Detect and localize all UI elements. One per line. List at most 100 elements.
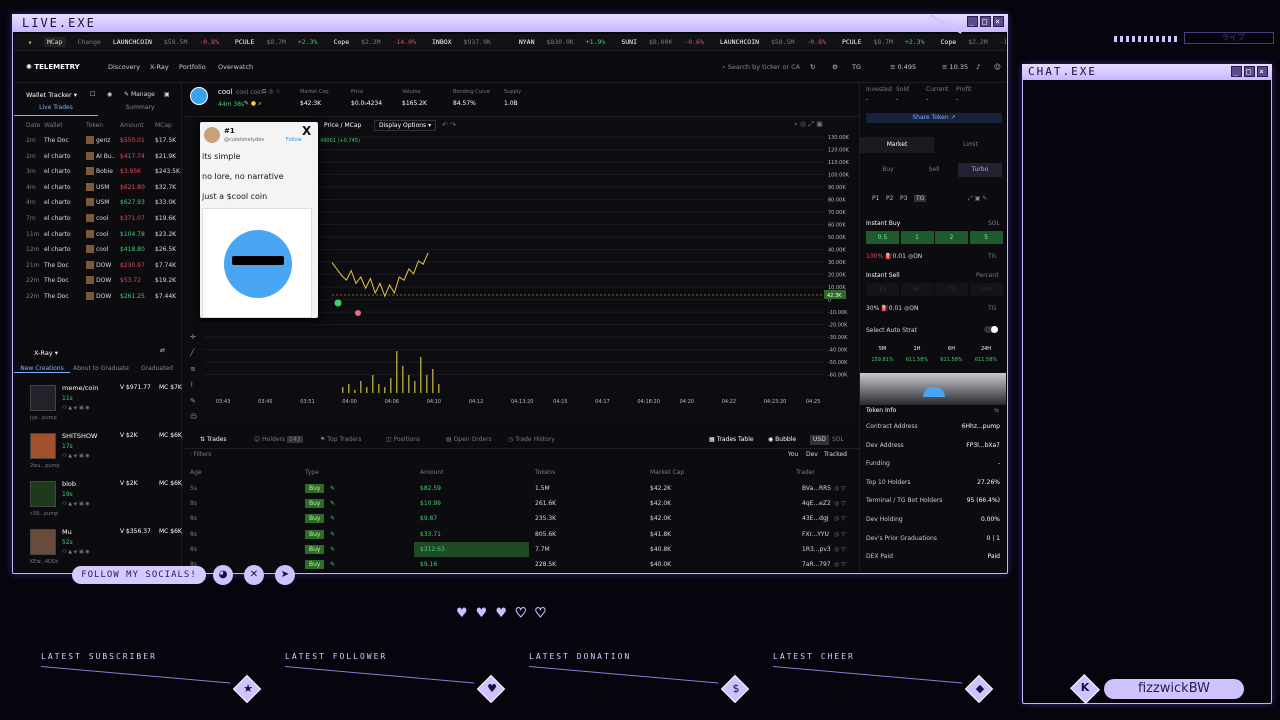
ticker-item[interactable]: LAUNCHCOIN $58.5M -0.8% [113, 38, 227, 46]
instant-buy-amount[interactable]: 5 [969, 231, 1003, 244]
side-buy[interactable]: Buy [866, 163, 910, 177]
tab-graduated[interactable]: Graduated [132, 365, 182, 372]
tab-market[interactable]: Market [860, 137, 934, 153]
wallet-row[interactable]: 21m The Doc DOW $230.97 $7.74K [14, 258, 182, 273]
bell-icon[interactable]: ♪ [976, 51, 980, 83]
timeframe-label[interactable]: 5M [866, 346, 899, 352]
panel-icon[interactable]: ▣ [164, 91, 170, 98]
instant-sell-amount[interactable]: 50 [900, 283, 934, 296]
wallet-row[interactable]: 3m el charto Bobie $3.95K $243.5K [14, 164, 182, 179]
token-info-value[interactable]: 6Hhz...pump [962, 423, 1000, 430]
instant-sell-amount[interactable]: 75 [935, 283, 968, 296]
tab-trade-history[interactable]: ◷ Trade History [508, 431, 555, 449]
ticker-item[interactable]: SUNI $8.00K -0.6% [621, 38, 712, 46]
usd-toggle[interactable]: USD [810, 435, 829, 445]
sol-toggle[interactable]: SOL [832, 431, 844, 449]
side-sell[interactable]: Sell [912, 163, 956, 177]
preset-tab[interactable]: P1 [872, 195, 879, 202]
instant-sell-amount[interactable]: 25 [866, 283, 899, 296]
share-token-button[interactable]: Share Token ↗ [866, 113, 1002, 123]
chart-tool-icon[interactable]: ⌇ [190, 381, 193, 389]
tab-open-orders[interactable]: ▤ Open Orders [446, 431, 492, 449]
token-info-settings-icon[interactable]: ⇆ [994, 407, 999, 414]
trade-row[interactable]: 8s Buy ✎ $33.71 805.6K $41.8K FXr...YYU ◎ ▽ [184, 527, 859, 542]
token-avatar[interactable] [190, 87, 208, 105]
ticker-item[interactable]: PCULE $8.7M +2.3% [842, 38, 933, 46]
tab-live-trades[interactable]: Live Trades [14, 104, 98, 116]
preset-tab[interactable]: P3 [900, 195, 907, 202]
brand-logo[interactable]: ✺ TELEMETRY [26, 51, 80, 83]
wallet-row[interactable]: 2m el charto AI Bu.. $417.74 $21.9K [14, 149, 182, 164]
tab-limit[interactable]: Limit [934, 137, 1006, 153]
tab-positions[interactable]: ◫ Positions [386, 431, 420, 449]
tab-trades[interactable]: ⇅ Trades [200, 431, 227, 449]
wallet-row[interactable]: 22m The Doc DOW $261.25 $7.44K [14, 289, 182, 304]
wallet-balance[interactable]: ≡ 0.495 [890, 51, 916, 83]
wallet-row[interactable]: 22m The Doc DOW $53.72 $19.2K [14, 273, 182, 288]
instant-buy-amount[interactable]: 0.5 [866, 231, 899, 244]
token-info-value[interactable]: FP3l...bXa7 [966, 442, 1000, 449]
tab-trades-table[interactable]: ▦ Trades Table [709, 431, 754, 449]
nav-discovery[interactable]: Discovery [108, 51, 140, 83]
copy-icon[interactable]: ⧉ ◎ ☆ [262, 88, 281, 96]
ticker-item[interactable]: INBOX $937.9K [432, 38, 511, 46]
settings-icon[interactable]: ⚙ [832, 51, 838, 83]
manage-button[interactable]: ✎ Manage [124, 91, 155, 98]
ticker-item[interactable]: Cope $2.2M -14.0% [333, 38, 424, 46]
tab-new-creations[interactable]: New Creations [14, 365, 70, 373]
chart-tool-icon[interactable]: ≡ [190, 365, 196, 373]
refresh-icon[interactable]: ↻ [810, 51, 815, 83]
chart-tool-icon[interactable]: ☺ [190, 413, 197, 419]
trade-row[interactable]: 5s Buy ✎ $82.59 1.5M $42.2K BVa...RR5 ◎ ▽ [184, 481, 859, 496]
side-turbo[interactable]: Turbo [958, 163, 1002, 177]
tab-about-to-graduate[interactable]: About to Graduate [70, 365, 132, 372]
wallet-row[interactable]: 2m The Doc genz $550.01 $17.5K [14, 133, 182, 148]
nav-overwatch[interactable]: Overwatch [218, 51, 253, 83]
tweet-popup[interactable]: #1 @cutelonelydev Follow X its simple no… [200, 122, 318, 318]
tweet-close-button[interactable]: X [302, 124, 311, 138]
instant-buy-amount[interactable]: 2 [935, 231, 968, 244]
tab-bubble[interactable]: ◉ Bubble [768, 431, 796, 449]
preset-tab[interactable]: TG [914, 195, 927, 202]
timeframe-label[interactable]: 6H [935, 346, 968, 352]
xray-card[interactable]: blob 19s V $2K MC $6K ⚇ ▲ ◈ ▣ ◉ c39...pump [14, 477, 182, 523]
timeframe-label[interactable]: 24H [970, 346, 1003, 352]
ticker-item[interactable]: NYAN $830.9K +1.9% [519, 38, 613, 46]
sell-settings[interactable]: 30% ⛽0.01 ◎ON [866, 305, 918, 312]
wallet-row[interactable]: 7m el charto cool $371.07 $19.6K [14, 211, 182, 226]
star-icon[interactable]: ★ [28, 38, 32, 46]
timeframe-label[interactable]: 1H [901, 346, 934, 352]
trade-row[interactable]: 8s Buy ✎ $312.63 7.7M $40.8K 1R3...pv3 ◎ ▽ [184, 541, 859, 557]
trade-row[interactable]: 8s Buy ✎ $10.99 261.6K $42.0K 4qE...eZ2 ◎ ▽ [184, 496, 859, 511]
xray-card[interactable]: Mu 52s V $356.37 MC $6K ⚇ ▲ ◈ ▣ ◉ KEw...4DDc [14, 525, 182, 571]
xray-title[interactable]: X-Ray ▾ [34, 349, 58, 357]
auto-strat-toggle[interactable] [984, 326, 998, 333]
nav-xray[interactable]: X-Ray [150, 51, 169, 83]
eye-icon[interactable]: ◉ [107, 91, 112, 98]
trade-row[interactable]: 8s Buy ✎ $9.87 235.3K $42.0K 43E...dgJ ◎ ▽ [184, 511, 859, 526]
tab-summary[interactable]: Summary [98, 104, 182, 116]
chart-tool-icon[interactable]: ╱ [189, 348, 195, 357]
wallet-row[interactable]: 4m el charto USM $627.93 $33.0K [14, 195, 182, 210]
tweet-follow[interactable]: Follow [286, 137, 302, 143]
wallet-row[interactable]: 12m el charto cool $418.80 $26.5K [14, 242, 182, 257]
filter-tracked[interactable]: Tracked [824, 451, 847, 458]
tab-holders[interactable]: ☺ Holders 143 [254, 431, 303, 449]
search-input[interactable]: ⌕ Search by ticker or CA [722, 51, 800, 83]
instant-sell-amount[interactable]: 100 [969, 283, 1003, 296]
square-icon[interactable]: ☐ [90, 91, 95, 98]
preset-tools-icons[interactable]: ⤢ ▣ ✎ [968, 195, 987, 203]
tg-toggle[interactable]: TG [852, 51, 861, 83]
xray-card[interactable]: SHITSHOW 17s V $2K MC $6K ⚇ ▲ ◈ ▣ ◉ 2wu...pum… [14, 429, 182, 475]
chart-tool-icon[interactable]: ✎ [190, 397, 196, 405]
wallet-tracker-title[interactable]: Wallet Tracker ▾ [26, 91, 77, 99]
xray-card[interactable]: meme/coin 11s V $971.77 MC $7K ⚇ ▲ ◈ ▣ ◉ jyp.… [14, 381, 182, 427]
tweet-image[interactable] [202, 208, 312, 318]
filter-you[interactable]: You [788, 451, 798, 458]
instant-buy-amount[interactable]: 1 [900, 231, 934, 244]
tab-top-traders[interactable]: ⚑ Top Traders [320, 431, 361, 449]
user-icon[interactable]: ☺ [994, 51, 1001, 83]
filters-button[interactable]: ⫶ Filters [190, 451, 211, 459]
chart-tool-icon[interactable]: ✛ [190, 333, 196, 341]
wallet-row[interactable]: 11m el charto cool $104.78 $23.2K [14, 227, 182, 242]
